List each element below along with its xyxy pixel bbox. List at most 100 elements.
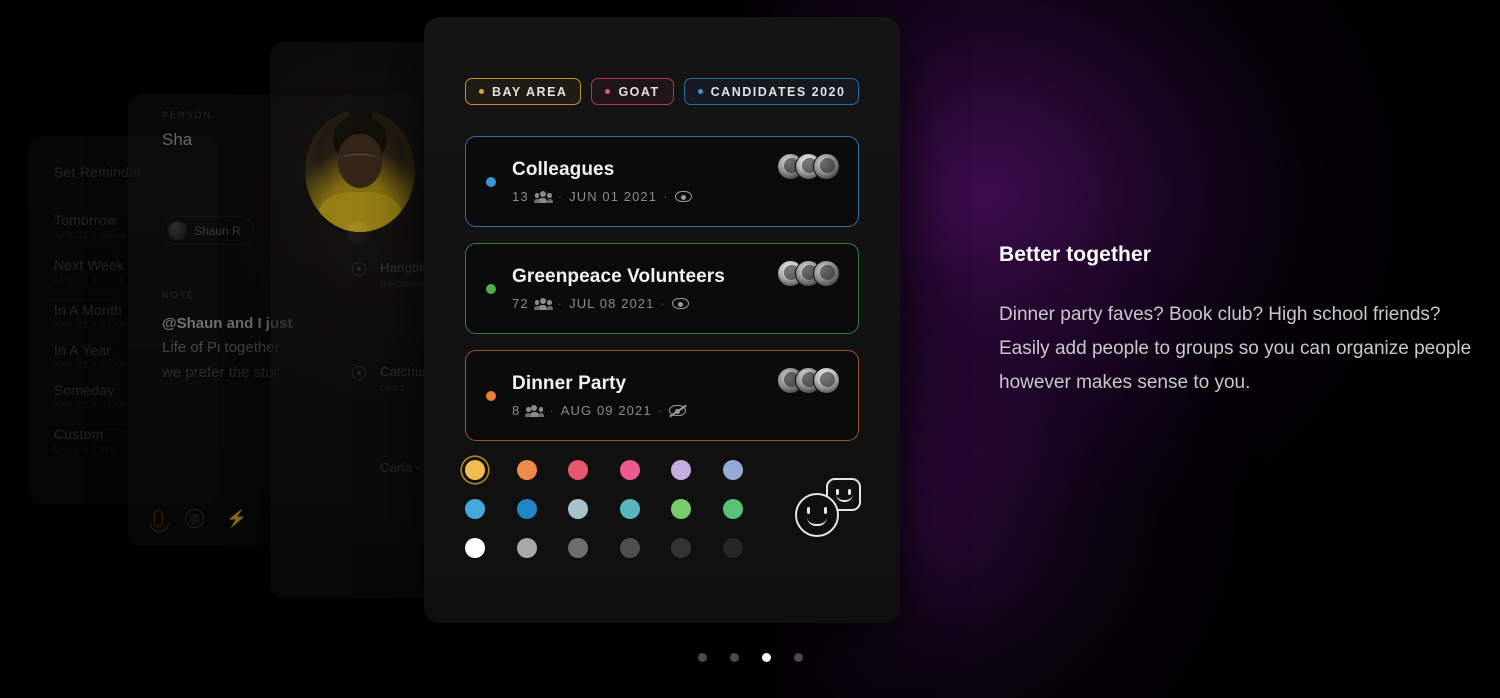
color-swatch-grid — [465, 460, 861, 577]
tag-bay-area[interactable]: BAY AREA — [465, 78, 582, 105]
profile-row-title: Catchup — [380, 364, 430, 379]
pagination-dot[interactable] — [697, 653, 707, 662]
group-meta: 13 · JUN 01 2021 · — [512, 189, 777, 204]
tag-label: CANDIDATES 2020 — [710, 84, 846, 99]
color-swatch-selected[interactable] — [465, 460, 485, 480]
group-meta: 72 · JUL 08 2021 · — [512, 296, 777, 311]
person-chip[interactable]: Shaun R — [162, 216, 254, 245]
target-icon — [352, 262, 366, 276]
tag-goat[interactable]: GOAT — [591, 78, 674, 105]
copy-body: Dinner party faves? Book club? High scho… — [999, 304, 1472, 393]
group-date: JUL 08 2021 — [569, 296, 655, 312]
tag-label: BAY AREA — [492, 84, 568, 99]
color-swatch[interactable] — [671, 538, 691, 558]
profile-row-sub: LAST — [380, 384, 406, 393]
color-swatch[interactable] — [516, 538, 537, 558]
meta-separator: · — [660, 296, 666, 312]
group-name: Colleagues — [512, 158, 615, 180]
color-swatch[interactable] — [516, 460, 537, 480]
color-swatch[interactable] — [671, 460, 691, 480]
meta-separator: · — [657, 403, 664, 419]
reminder-item-sub: APR 23 8:00AM — [54, 401, 127, 410]
person-label: PERSON — [162, 110, 213, 120]
color-swatch[interactable] — [465, 499, 485, 519]
group-card-colleagues[interactable]: Colleagues 13 · JUN 01 2021 · — [465, 136, 859, 227]
color-swatch[interactable] — [568, 460, 588, 480]
circle-face-icon — [795, 493, 839, 537]
avatar — [813, 367, 840, 394]
avatar — [168, 221, 187, 240]
profile-avatar — [305, 110, 415, 232]
swatch-row — [465, 538, 859, 558]
avatar — [813, 260, 840, 287]
person-chip-label: Shaun R — [194, 223, 241, 238]
group-list: Colleagues 13 · JUN 01 2021 · Greenpeace… — [465, 136, 859, 457]
screen-root: Set Reminder Tomorrow APR 23 8:00AM Next… — [0, 0, 1500, 698]
avatar-shirt — [319, 192, 401, 232]
person-value: Sha — [162, 130, 193, 149]
color-swatch[interactable] — [722, 538, 743, 558]
reminder-item-title: Tomorrow — [54, 212, 118, 228]
mention-icon[interactable]: @ — [185, 509, 204, 528]
color-swatch[interactable] — [516, 499, 537, 519]
reminder-item-sub: APR 23 8:00AM — [54, 231, 127, 240]
swatch-row — [465, 460, 859, 480]
group-date: JUN 01 2021 — [569, 189, 658, 205]
avatar — [813, 153, 840, 180]
tag-label: GOAT — [618, 84, 660, 99]
member-avatars — [777, 153, 840, 180]
meta-separator: · — [557, 189, 564, 205]
color-swatch[interactable] — [619, 538, 640, 558]
color-swatch[interactable] — [568, 538, 588, 558]
reminder-item-title: In A Year — [54, 342, 112, 358]
tag-dot-icon — [479, 89, 484, 94]
color-swatch[interactable] — [568, 499, 588, 519]
people-icon — [533, 297, 553, 310]
group-date: AUG 09 2021 — [560, 403, 652, 419]
group-card-dinner-party[interactable]: Dinner Party 8 · AUG 09 2021 · — [465, 350, 859, 441]
color-swatch[interactable] — [722, 460, 743, 480]
color-swatch[interactable] — [722, 499, 743, 519]
people-icon — [525, 404, 545, 417]
group-color-dot — [486, 390, 496, 401]
color-swatch[interactable] — [671, 499, 691, 519]
group-name: Dinner Party — [512, 372, 627, 394]
eye-hidden-icon[interactable] — [669, 404, 687, 418]
marketing-copy: Better together Dinner party faves? Book… — [999, 243, 1494, 399]
reminder-item-sub: APR 23 8:00AM — [54, 276, 127, 285]
reminder-item-sub: DATE & TIME — [54, 445, 117, 454]
meta-separator: · — [549, 403, 555, 419]
tag-dot-icon — [697, 89, 703, 94]
group-member-count: 13 — [512, 189, 529, 205]
reminder-item-title: Next Week — [54, 257, 125, 273]
tag-dot-icon — [605, 89, 611, 94]
color-swatch[interactable] — [619, 499, 640, 519]
pagination-dot[interactable] — [729, 653, 739, 662]
group-meta: 8 · AUG 09 2021 · — [512, 403, 777, 418]
target-icon — [352, 366, 366, 380]
avatar-glasses — [341, 154, 379, 164]
lightning-icon[interactable]: ⚡ — [226, 510, 247, 527]
reminder-item-title: Custom — [54, 426, 104, 442]
people-icon — [533, 190, 553, 203]
microphone-icon[interactable] — [150, 510, 169, 532]
eye-visible-icon[interactable] — [671, 298, 689, 310]
reminder-item-sub: APR 23 8:00AM — [54, 361, 127, 370]
reminder-item-title: Someday — [54, 382, 115, 398]
smiley-faces-icon[interactable] — [795, 478, 861, 538]
tag-row: BAY AREA GOAT CANDIDATES 2020 — [465, 78, 860, 105]
groups-panel: BAY AREA GOAT CANDIDATES 2020 Colleagues… — [424, 17, 900, 623]
color-swatch[interactable] — [619, 460, 640, 480]
meta-separator: · — [663, 189, 669, 205]
eye-visible-icon[interactable] — [674, 191, 692, 203]
color-swatch[interactable] — [465, 538, 485, 558]
pagination-dot-active[interactable] — [761, 653, 771, 662]
reminder-item-title: In A Month — [54, 302, 123, 318]
tag-candidates-2020[interactable]: CANDIDATES 2020 — [683, 78, 860, 105]
group-color-dot — [486, 176, 496, 187]
meta-separator: · — [557, 296, 564, 312]
pagination-dot[interactable] — [793, 653, 803, 662]
group-color-dot — [486, 283, 496, 294]
group-card-greenpeace-volunteers[interactable]: Greenpeace Volunteers 72 · JUL 08 2021 · — [465, 243, 859, 334]
reminder-item-sub: APR 23 8:00AM — [54, 321, 127, 330]
